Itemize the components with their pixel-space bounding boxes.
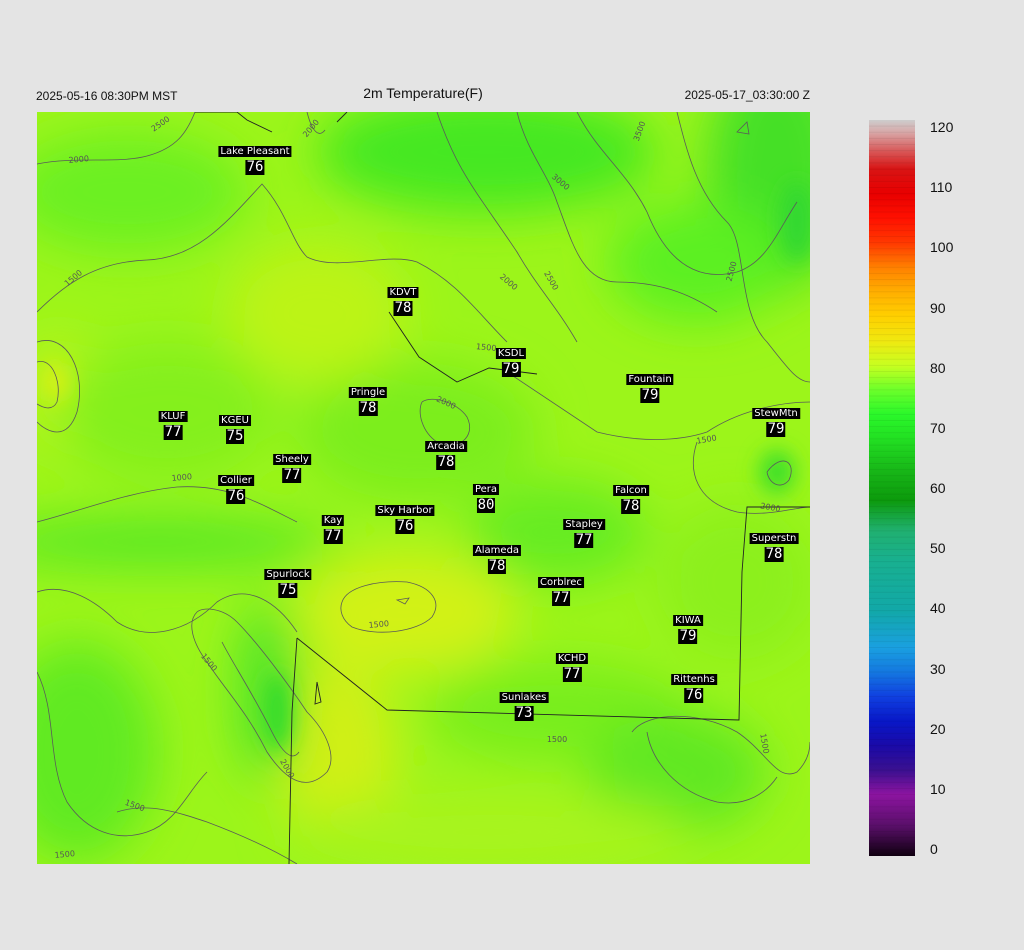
station-temperature: 75: [278, 582, 298, 598]
station-name: Collier: [218, 475, 254, 486]
contour-label: 2000: [68, 154, 89, 165]
station-marker[interactable]: Rittenhs 76: [671, 669, 717, 703]
station-name: Falcon: [613, 485, 649, 496]
station-temperature: 78: [621, 498, 641, 514]
colorbar-tick: 50: [930, 540, 946, 557]
station-name: KCHD: [555, 653, 589, 664]
station-temperature: 79: [766, 421, 786, 437]
station-marker[interactable]: Pringle 78: [348, 382, 388, 416]
station-marker[interactable]: Sunlakes 73: [499, 687, 549, 721]
station-name: Fountain: [626, 374, 674, 385]
colorbar-tick: 60: [930, 480, 946, 496]
station-temperature: 79: [501, 361, 521, 377]
station-name: Rittenhs: [671, 674, 717, 685]
station-name: KGEU: [219, 415, 251, 426]
station-temperature: 77: [282, 467, 302, 483]
station-temperature: 76: [245, 159, 265, 175]
station-marker[interactable]: KCHD 77: [555, 648, 589, 682]
contour-label: 1500: [547, 735, 567, 744]
station-temperature: 75: [225, 428, 245, 444]
station-temperature: 80: [476, 497, 496, 513]
station-name: Superstn: [749, 533, 799, 544]
station-marker[interactable]: KGEU 75: [219, 410, 251, 444]
contour-label: 1500: [476, 342, 497, 353]
station-name: Pera: [472, 484, 500, 495]
station-marker[interactable]: Falcon 78: [613, 480, 649, 514]
station-marker[interactable]: KDVT 78: [387, 282, 419, 316]
station-name: Alameda: [472, 545, 522, 556]
station-marker[interactable]: KSDL 79: [495, 343, 527, 377]
station-marker[interactable]: Superstn 78: [749, 528, 799, 562]
station-marker[interactable]: Pera 80: [472, 479, 500, 513]
station-name: Pringle: [348, 387, 388, 398]
station-name: Spurlock: [264, 569, 312, 580]
colorbar-tick: 80: [930, 359, 946, 376]
station-temperature: 76: [684, 687, 704, 703]
station-marker[interactable]: Stapley 77: [563, 514, 605, 548]
station-temperature: 77: [551, 590, 571, 606]
station-temperature: 77: [323, 528, 343, 544]
station-temperature: 79: [678, 628, 698, 644]
colorbar-tick: 0: [930, 841, 938, 857]
station-marker[interactable]: Alameda 78: [472, 540, 522, 574]
colorbar-tick: 90: [930, 299, 946, 316]
colorbar-tick: 100: [930, 239, 954, 256]
colorbar-tick: 20: [930, 720, 946, 737]
station-marker[interactable]: Collier 76: [218, 470, 254, 504]
station-temperature: 78: [487, 558, 507, 574]
temperature-colorbar: [869, 120, 915, 856]
station-marker[interactable]: Sky Harbor 76: [375, 500, 435, 534]
map-field: 20002500 2000 3500300025002000 250015001500…: [37, 112, 810, 864]
station-marker[interactable]: Arcadia 78: [425, 436, 467, 470]
station-marker[interactable]: StewMtn 79: [752, 403, 800, 437]
station-temperature: 78: [436, 454, 456, 470]
station-temperature: 78: [358, 400, 378, 416]
station-name: KDVT: [387, 287, 419, 298]
station-name: KIWA: [673, 615, 703, 626]
station-name: Stapley: [563, 519, 605, 530]
colorbar-tick: 10: [930, 780, 946, 797]
station-temperature: 78: [393, 300, 413, 316]
colorbar-tick: 40: [930, 600, 946, 617]
station-marker[interactable]: Sheely 77: [273, 449, 311, 483]
station-name: Sunlakes: [499, 692, 549, 703]
station-marker[interactable]: Kay 77: [321, 510, 345, 544]
station-marker[interactable]: Fountain 79: [626, 369, 674, 403]
station-temperature: 76: [226, 488, 246, 504]
station-name: KLUF: [158, 411, 188, 422]
colorbar-tick: 30: [930, 660, 946, 677]
station-name: Sheely: [273, 454, 311, 465]
station-temperature: 78: [764, 546, 784, 562]
station-name: Arcadia: [425, 441, 467, 452]
station-marker[interactable]: Lake Pleasant 76: [218, 141, 292, 175]
station-temperature: 77: [163, 424, 183, 440]
station-name: Sky Harbor: [375, 505, 435, 516]
station-name: Lake Pleasant: [218, 146, 292, 157]
station-marker[interactable]: KLUF 77: [158, 406, 188, 440]
colorbar-tick: 70: [930, 419, 946, 436]
temperature-map[interactable]: 2000 2500 2000 3500 3000 2500 2000 2500 1500 1500…: [37, 112, 810, 864]
station-name: KSDL: [495, 348, 527, 359]
station-marker[interactable]: Spurlock 75: [264, 564, 312, 598]
station-name: Corblrec: [538, 577, 584, 588]
station-temperature: 77: [574, 532, 594, 548]
valid-time-utc: 2025-05-17_03:30:00 Z: [684, 88, 810, 102]
station-name: Kay: [321, 515, 345, 526]
station-name: StewMtn: [752, 408, 800, 419]
station-temperature: 77: [562, 666, 582, 682]
station-marker[interactable]: KIWA 79: [673, 610, 703, 644]
station-temperature: 73: [514, 705, 534, 721]
colorbar-tick: 110: [930, 179, 953, 196]
station-temperature: 79: [640, 387, 660, 403]
station-temperature: 76: [395, 518, 415, 534]
contour-label: 1500: [54, 849, 75, 860]
contour-label: 1000: [171, 472, 192, 483]
station-marker[interactable]: Corblrec 77: [538, 572, 584, 606]
contour-label: 1500: [368, 619, 389, 630]
colorbar-tick: 120: [930, 119, 954, 135]
